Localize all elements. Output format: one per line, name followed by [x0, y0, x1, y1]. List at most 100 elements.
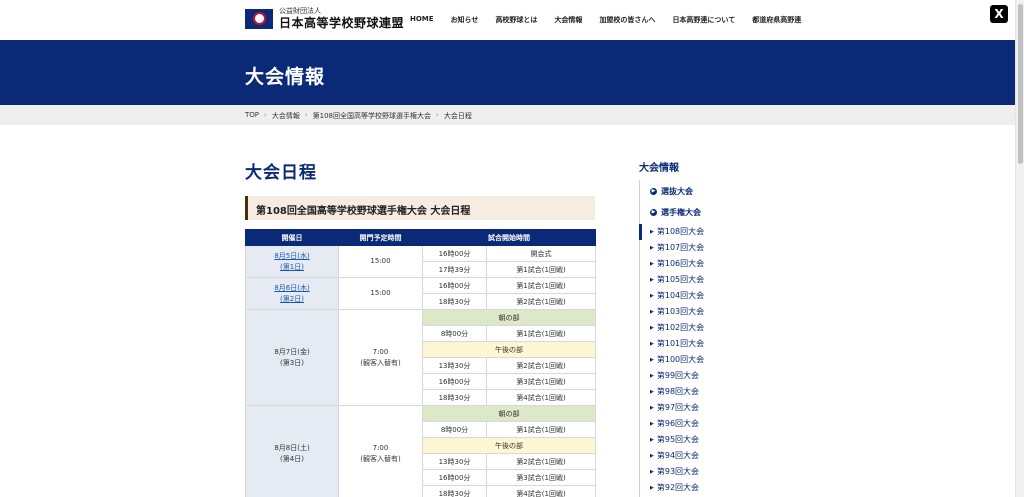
- sidebar-subitem-label: 第106回大会: [656, 259, 705, 268]
- sidebar-subitem[interactable]: ▶ 第95回大会: [650, 434, 699, 445]
- triangle-right-icon: ▶: [650, 356, 654, 363]
- gate-note: (観客入替有): [360, 358, 401, 367]
- nav-prefectures[interactable]: 都道府県高野連: [752, 15, 801, 25]
- sidebar-subitem[interactable]: ▶ 第102回大会: [650, 322, 704, 333]
- start-time-cell: 16時00分: [422, 373, 487, 390]
- triangle-right-icon: ▶: [650, 228, 654, 235]
- game-cell: 第3試合(1回戦): [486, 469, 596, 486]
- gate-time: 7:00: [372, 443, 389, 452]
- sidebar-subitem-label: 第104回大会: [656, 291, 705, 300]
- start-time-cell: 18時30分: [422, 293, 487, 310]
- triangle-right-icon: ▶: [650, 260, 654, 267]
- start-time-cell: 13時30分: [422, 453, 487, 470]
- sidebar-subitem[interactable]: ▶ 第105回大会: [650, 274, 704, 285]
- game-cell: 第1試合(1回戦): [486, 421, 596, 438]
- col-header-date: 開催日: [245, 229, 339, 246]
- morning-session-label: 朝の部: [422, 405, 596, 422]
- table-header-row: 開催日 開門予定時間 試合開始時間: [245, 229, 596, 246]
- breadcrumb-championship[interactable]: 第108回全国高等学校野球選手権大会: [313, 111, 431, 121]
- sidebar-subitem-label: 第102回大会: [656, 323, 705, 332]
- triangle-right-icon: ▶: [650, 292, 654, 299]
- sidebar-subitem[interactable]: ▶ 第93回大会: [650, 466, 699, 477]
- scrollbar-thumb[interactable]: [1018, 4, 1023, 164]
- sidebar-subitem[interactable]: ▶ 第96回大会: [650, 418, 699, 429]
- hero-banner: 大会情報: [0, 40, 1015, 105]
- triangle-right-icon: ▶: [650, 388, 654, 395]
- gate-time: 15:00: [370, 289, 391, 297]
- sidebar-subitem[interactable]: ▶ 第100回大会: [650, 354, 704, 365]
- sidebar-item-senbatsu[interactable]: ▶ 選抜大会: [650, 186, 693, 197]
- table-row: 8月6日(木) (第2日) 15:00 16時00分 第1試合(1回戦): [245, 277, 596, 310]
- sidebar-item-senshuken[interactable]: ▶ 選手権大会: [650, 207, 701, 218]
- active-indicator: [639, 224, 642, 240]
- sidebar-subitem-label: 第99回大会: [656, 371, 700, 380]
- start-time-cell: 8時00分: [422, 421, 487, 438]
- game-cell: 第3試合(1回戦): [486, 373, 596, 390]
- sidebar-item-label: 選抜大会: [661, 187, 693, 196]
- sidebar-subitem[interactable]: ▶ 第101回大会: [650, 338, 704, 349]
- nav-about-hsb[interactable]: 高校野球とは: [495, 15, 537, 25]
- nav-about-jhbf[interactable]: 日本高野連について: [672, 15, 735, 25]
- circle-arrow-icon: ▶: [650, 209, 657, 216]
- game-cell: 開会式: [486, 245, 596, 262]
- triangle-right-icon: ▶: [650, 436, 654, 443]
- site-logo[interactable]: 公益財団法人 日本高等学校野球連盟: [245, 8, 404, 29]
- col-header-start: 試合開始時間: [422, 229, 596, 246]
- game-cell: 第2試合(1回戦): [486, 293, 596, 310]
- start-time-cell: 18時30分: [422, 485, 487, 497]
- vertical-scrollbar[interactable]: [1015, 0, 1024, 497]
- sidebar-subitem-label: 第98回大会: [656, 387, 700, 396]
- day-number-link[interactable]: (第1日): [280, 263, 304, 271]
- sidebar-subitem[interactable]: ▶ 第104回大会: [650, 290, 704, 301]
- game-cell: 第1試合(1回戦): [486, 277, 596, 294]
- sidebar-subitem[interactable]: ▶ 第107回大会: [650, 242, 704, 253]
- gate-time-cell: 7:00 (観客入替有): [338, 309, 423, 406]
- page: 公益財団法人 日本高等学校野球連盟 HOME お知らせ 高校野球とは 大会情報 …: [0, 0, 1015, 497]
- org-name: 日本高等学校野球連盟: [279, 16, 405, 30]
- start-time-cell: 8時00分: [422, 325, 487, 342]
- day-number: (第3日): [280, 358, 304, 367]
- sidebar-subitem[interactable]: ▶ 第99回大会: [650, 370, 699, 381]
- triangle-right-icon: ▶: [650, 468, 654, 475]
- circle-arrow-icon: ▶: [650, 188, 657, 195]
- date-cell[interactable]: 8月6日(木) (第2日): [245, 277, 339, 310]
- sidebar-subitem[interactable]: ▶ 第98回大会: [650, 386, 699, 397]
- nav-news[interactable]: お知らせ: [451, 15, 479, 25]
- breadcrumb: TOP › 大会情報 › 第108回全国高等学校野球選手権大会 › 大会日程: [0, 105, 1015, 125]
- date-link[interactable]: 8月5日(水): [274, 252, 309, 260]
- triangle-right-icon: ▶: [650, 452, 654, 459]
- game-cell: 第1試合(1回戦): [486, 325, 596, 342]
- col-header-gate: 開門予定時間: [338, 229, 423, 246]
- breadcrumb-tournaments[interactable]: 大会情報: [272, 111, 300, 121]
- gate-time-cell: 7:00 (観客入替有): [338, 405, 423, 497]
- sidebar-subitem[interactable]: ▶ 第97回大会: [650, 402, 699, 413]
- sidebar-subitem-label: 第93回大会: [656, 467, 700, 476]
- sidebar-subitem-label: 第96回大会: [656, 419, 700, 428]
- game-cell: 第2試合(1回戦): [486, 453, 596, 470]
- afternoon-session-label: 午後の部: [422, 341, 596, 358]
- sidebar-subitem-label: 第103回大会: [656, 307, 705, 316]
- nav-tournaments[interactable]: 大会情報: [554, 15, 582, 25]
- start-time-cell: 16時00分: [422, 469, 487, 486]
- nav-member-schools[interactable]: 加盟校の皆さんへ: [599, 15, 655, 25]
- gate-time: 15:00: [370, 257, 391, 265]
- start-time-cell: 13時30分: [422, 357, 487, 374]
- sidebar-subitem[interactable]: ▶ 第106回大会: [650, 258, 704, 269]
- table-row: 8月7日(金) (第3日) 7:00 (観客入替有) 朝の部: [245, 309, 596, 406]
- sidebar-subitem[interactable]: ▶ 第103回大会: [650, 306, 704, 317]
- breadcrumb-top[interactable]: TOP: [245, 111, 259, 121]
- logo-mark: [245, 8, 273, 29]
- sidebar-subitem[interactable]: ▶ 第108回大会: [650, 226, 704, 237]
- date-cell[interactable]: 8月5日(水) (第1日): [245, 245, 339, 278]
- sidebar-subitem[interactable]: ▶ 第92回大会: [650, 482, 699, 493]
- x-share-icon[interactable]: X: [990, 5, 1008, 23]
- day-number-link[interactable]: (第2日): [280, 295, 304, 303]
- schedule-table: 開催日 開門予定時間 試合開始時間 8月5日(水) (第1日) 15:00 16時00…: [245, 229, 596, 497]
- sidebar-subitem-label: 第92回大会: [656, 483, 700, 492]
- afternoon-session-label: 午後の部: [422, 437, 596, 454]
- nav-home[interactable]: HOME: [410, 15, 434, 25]
- org-type: 公益財団法人: [279, 7, 321, 15]
- gate-time: 7:00: [372, 347, 389, 356]
- date-link[interactable]: 8月6日(木): [274, 284, 309, 292]
- sidebar-subitem[interactable]: ▶ 第94回大会: [650, 450, 699, 461]
